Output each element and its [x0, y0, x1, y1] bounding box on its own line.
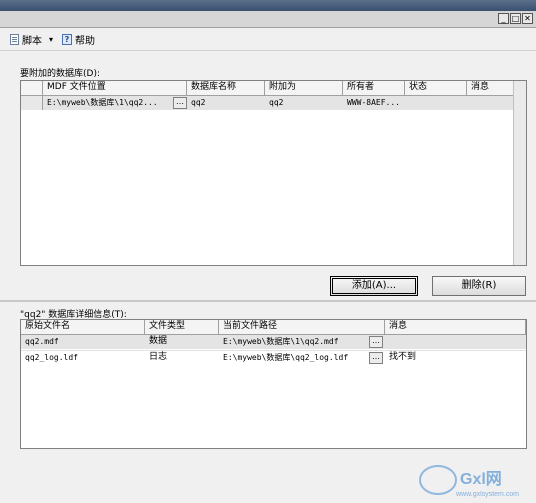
detail-message-cell: 找不到	[389, 352, 417, 362]
current-path-cell: E:\myweb\数据库\1\qq2.mdf	[223, 337, 339, 346]
watermark-icon: Gxl网 www.gxlsystem.com	[419, 465, 519, 498]
col-message[interactable]: 消息	[467, 81, 516, 95]
browse-path-button[interactable]: …	[369, 351, 385, 365]
col-original-filename[interactable]: 原始文件名	[21, 320, 145, 334]
ellipsis-icon: …	[369, 352, 383, 364]
col-db-name[interactable]: 数据库名称	[187, 81, 265, 95]
maximize-button[interactable]: □	[510, 13, 521, 24]
window-control-bar: _ □ ✕	[0, 11, 536, 28]
help-icon: ?	[62, 33, 72, 45]
watermark-text: Gxl网	[460, 470, 502, 488]
col-owner[interactable]: 所有者	[343, 81, 405, 95]
col-mdf-location[interactable]: MDF 文件位置	[43, 81, 187, 95]
watermark-logo: Gxl网 www.gxlsystem.com	[380, 450, 536, 500]
chevron-down-icon[interactable]: ▾	[49, 35, 53, 44]
browse-path-button[interactable]: …	[369, 335, 385, 349]
table-row[interactable]: E:\myweb\数据库\1\qq2... … qq2 qq2 WWW-8AEF…	[21, 96, 516, 110]
attach-databases-grid[interactable]: MDF 文件位置 数据库名称 附加为 所有者 状态 消息 E:\myweb\数据…	[20, 80, 527, 266]
browse-mdf-button[interactable]: …	[173, 96, 187, 110]
table-row[interactable]: qq2.mdf 数据 E:\myweb\数据库\1\qq2.mdf …	[21, 335, 526, 349]
status-cell	[405, 96, 467, 110]
mdf-location-cell: E:\myweb\数据库\1\qq2...	[47, 98, 158, 107]
table-row[interactable]: qq2_log.ldf 日志 E:\myweb\数据库\qq2_log.ldf …	[21, 350, 526, 365]
ellipsis-icon: …	[369, 336, 383, 348]
add-button[interactable]: 添加(A)...	[330, 276, 418, 296]
script-icon	[10, 33, 19, 45]
message-cell	[467, 96, 516, 110]
pane-splitter[interactable]	[0, 300, 536, 302]
window-titlebar	[0, 0, 536, 11]
script-label: 脚本	[22, 35, 42, 47]
attach-as-cell[interactable]: qq2	[265, 96, 343, 110]
close-button[interactable]: ✕	[522, 13, 533, 24]
attach-section-label: 要附加的数据库(D):	[20, 69, 100, 79]
attach-grid-header: MDF 文件位置 数据库名称 附加为 所有者 状态 消息	[21, 81, 516, 96]
detail-grid-header: 原始文件名 文件类型 当前文件路径 消息	[21, 320, 526, 335]
original-filename-cell: qq2.mdf	[25, 337, 59, 346]
file-type-cell: 数据	[149, 336, 168, 346]
detail-message-cell	[385, 335, 526, 349]
db-name-cell[interactable]: qq2	[187, 96, 265, 110]
original-filename-cell: qq2_log.ldf	[25, 353, 78, 362]
help-label: 帮助	[75, 35, 95, 47]
col-detail-message[interactable]: 消息	[385, 320, 526, 334]
col-file-type[interactable]: 文件类型	[145, 320, 219, 334]
toolbar: 脚本 ▾ ? 帮助	[0, 28, 536, 51]
remove-button[interactable]: 删除(R)	[432, 276, 526, 296]
file-type-cell: 日志	[149, 352, 168, 362]
col-current-path[interactable]: 当前文件路径	[219, 320, 385, 334]
current-path-cell: E:\myweb\数据库\qq2_log.ldf	[223, 353, 349, 362]
database-details-grid[interactable]: 原始文件名 文件类型 当前文件路径 消息 qq2.mdf 数据 E:\myweb…	[20, 319, 527, 449]
row-header[interactable]	[21, 96, 43, 110]
owner-cell[interactable]: WWW-8AEF...	[343, 96, 405, 110]
col-attach-as[interactable]: 附加为	[265, 81, 343, 95]
attach-grid-scrollbar[interactable]	[513, 81, 526, 265]
help-button[interactable]: ? 帮助	[62, 32, 95, 47]
row-header-corner	[21, 81, 43, 95]
col-status[interactable]: 状态	[405, 81, 467, 95]
script-button[interactable]: 脚本 ▾	[10, 32, 53, 47]
watermark-subtext: www.gxlsystem.com	[455, 491, 519, 498]
ellipsis-icon: …	[173, 97, 187, 109]
minimize-button[interactable]: _	[498, 13, 509, 24]
